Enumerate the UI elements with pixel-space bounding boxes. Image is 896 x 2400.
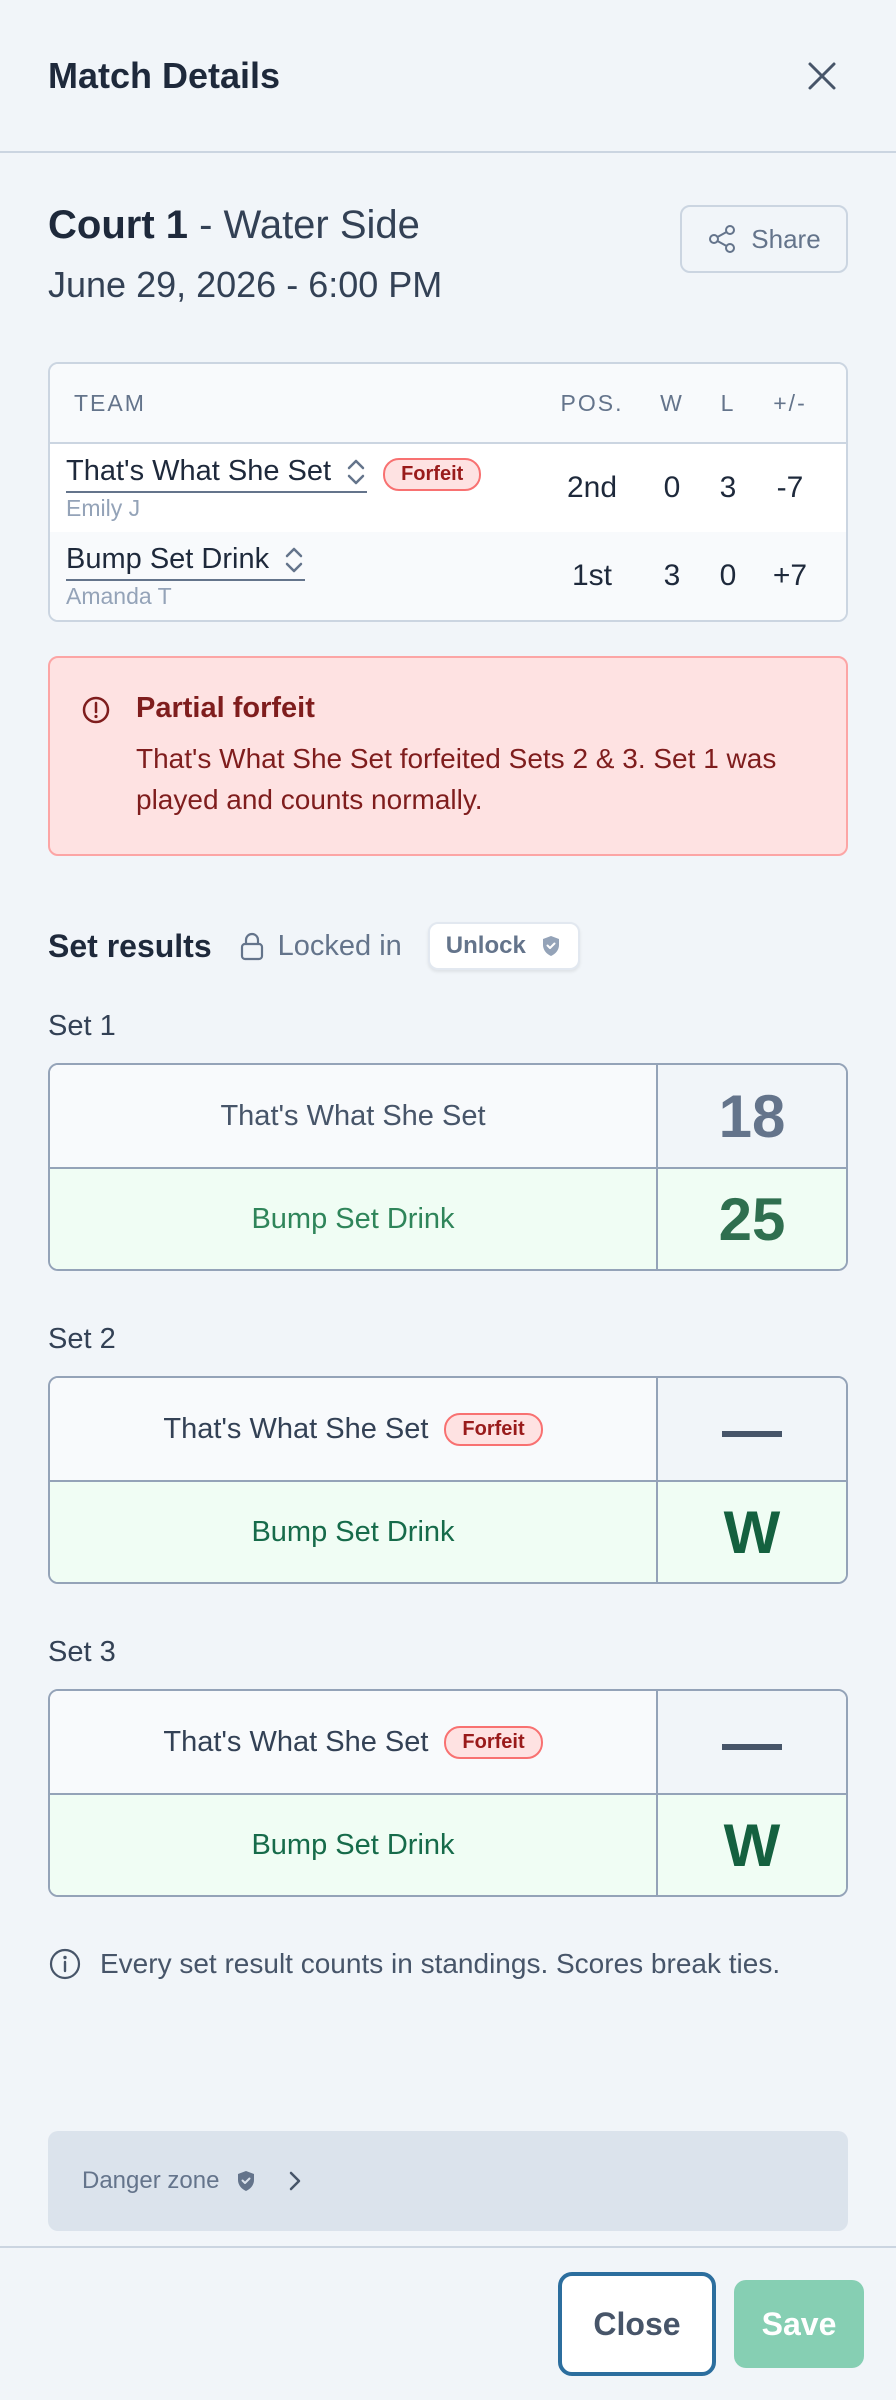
team-losses: 3 (719, 471, 737, 504)
table-row: That's What She Set Emily J Forfeit 2nd … (50, 444, 846, 532)
match-datetime: June 29, 2026 - 6:00 PM (48, 264, 443, 305)
set-3-table: That's What She Set Forfeit — Bump Set Dr… (48, 1689, 848, 1898)
col-header-team: TEAM (74, 389, 146, 416)
team-select[interactable]: That's What She Set (66, 455, 368, 493)
chevron-right-icon (290, 2171, 301, 2191)
share-label: Share (751, 223, 821, 254)
set-team-name: That's What She Set (50, 1065, 658, 1168)
modal-header: Match Details (0, 0, 896, 153)
alert-circle-icon (82, 696, 110, 724)
col-header-w: W (660, 389, 684, 416)
team-name-wrap: That's What She Set Emily J (66, 455, 368, 522)
shield-icon (542, 936, 559, 957)
modal-footer: Close Save (0, 2246, 896, 2400)
set-score[interactable]: — (658, 1378, 846, 1481)
info-icon (49, 1949, 81, 1980)
set-score[interactable]: 25 (658, 1169, 846, 1270)
save-button[interactable]: Save (734, 2280, 864, 2368)
col-header-pos: POS. (560, 389, 624, 416)
set-team-name: Bump Set Drink (50, 1795, 658, 1896)
team-captain: Amanda T (66, 582, 172, 609)
set-team-label: Bump Set Drink (251, 1828, 455, 1861)
set-2-label: Set 2 (48, 1323, 116, 1356)
share-icon (709, 225, 736, 253)
team-losses: 0 (719, 559, 737, 592)
set-1-table: That's What She Set 18 Bump Set Drink 25 (48, 1063, 848, 1272)
set-team-label: That's What She Set (163, 1725, 429, 1758)
set-row: That's What She Set Forfeit — (50, 1691, 846, 1794)
lock-icon (240, 933, 263, 961)
team-pos: 2nd (566, 471, 618, 504)
team-select[interactable]: Bump Set Drink (66, 543, 306, 581)
unlock-button[interactable]: Unlock (427, 922, 580, 971)
set-row: That's What She Set 18 (50, 1065, 846, 1168)
alert-body: That's What She Set forfeited Sets 2 & 3… (136, 743, 777, 815)
set-team-name: Bump Set Drink (50, 1169, 658, 1270)
set-results-title: Set results (48, 927, 212, 964)
shield-icon (238, 2171, 255, 2191)
modal-body: Court 1 - Water Side June 29, 2026 - 6:0… (0, 203, 896, 1981)
team-wins: 0 (663, 471, 681, 504)
table-row: Bump Set Drink Amanda T 1st 3 0 +7 (50, 532, 846, 620)
partial-forfeit-alert: Partial forfeit That's What She Set forf… (48, 656, 848, 857)
standings-note-text: Every set result counts in standings. Sc… (100, 1948, 781, 1980)
standings-header: TEAM POS. W L +/- (50, 364, 846, 444)
close-modal-button[interactable] (796, 50, 848, 102)
col-header-l: L (720, 389, 736, 416)
team-name: Bump Set Drink (66, 543, 270, 575)
set-team-label: That's What She Set (163, 1412, 429, 1445)
court-location: - Water Side (188, 203, 420, 247)
alert-title: Partial forfeit (136, 692, 315, 724)
set-team-name: That's What She Set Forfeit (50, 1691, 658, 1794)
danger-zone-label: Danger zone (82, 2167, 220, 2194)
standings-note: Every set result counts in standings. Sc… (48, 1947, 848, 1981)
locked-status: Locked in (238, 930, 402, 963)
share-button[interactable]: Share (680, 205, 848, 273)
team-captain: Emily J (66, 494, 141, 521)
forfeit-badge: Forfeit (383, 457, 482, 491)
set-3-label: Set 3 (48, 1636, 116, 1669)
set-team-label: Bump Set Drink (251, 1515, 455, 1548)
team-cell: That's What She Set Emily J Forfeit (66, 455, 542, 522)
set-score[interactable]: W (658, 1482, 846, 1583)
set-team-name: Bump Set Drink (50, 1482, 658, 1583)
danger-zone-toggle[interactable]: Danger zone (48, 2131, 848, 2231)
team-name: That's What She Set (66, 455, 332, 487)
chevron-updown-icon (285, 547, 303, 572)
team-pos: 1st (571, 559, 613, 592)
set-row: Bump Set Drink W (50, 1480, 846, 1583)
set-1-label: Set 1 (48, 1010, 116, 1043)
set-row: Bump Set Drink 25 (50, 1167, 846, 1270)
set-score[interactable]: W (658, 1795, 846, 1896)
col-header-pm: +/- (773, 389, 807, 416)
team-plus-minus: +7 (772, 559, 808, 592)
unlock-label: Unlock (445, 932, 526, 960)
set-row: Bump Set Drink W (50, 1793, 846, 1896)
set-score[interactable]: 18 (658, 1065, 846, 1168)
team-plus-minus: -7 (776, 471, 804, 504)
close-button[interactable]: Close (558, 2272, 716, 2376)
team-cell: Bump Set Drink Amanda T (66, 543, 542, 610)
team-name-wrap: Bump Set Drink Amanda T (66, 543, 306, 610)
standings-table: TEAM POS. W L +/- That's What She Set Em… (48, 362, 848, 622)
set-2-table: That's What She Set Forfeit — Bump Set Dr… (48, 1376, 848, 1585)
match-info: Court 1 - Water Side June 29, 2026 - 6:0… (48, 203, 848, 306)
set-score[interactable]: — (658, 1691, 846, 1794)
close-icon (808, 62, 836, 89)
forfeit-badge: Forfeit (444, 1725, 543, 1759)
set-team-label: Bump Set Drink (251, 1202, 455, 1235)
set-team-label: That's What She Set (220, 1099, 486, 1132)
set-row: That's What She Set Forfeit — (50, 1378, 846, 1481)
team-wins: 3 (663, 559, 681, 592)
court-name: Court 1 (48, 203, 188, 247)
set-team-name: That's What She Set Forfeit (50, 1378, 658, 1481)
set-results-header: Set results Locked in Unlock (48, 922, 848, 971)
court-title: Court 1 - Water Side (48, 203, 442, 248)
modal-title: Match Details (48, 54, 281, 96)
chevron-updown-icon (347, 459, 365, 484)
locked-label: Locked in (277, 929, 402, 962)
forfeit-badge: Forfeit (444, 1412, 543, 1446)
